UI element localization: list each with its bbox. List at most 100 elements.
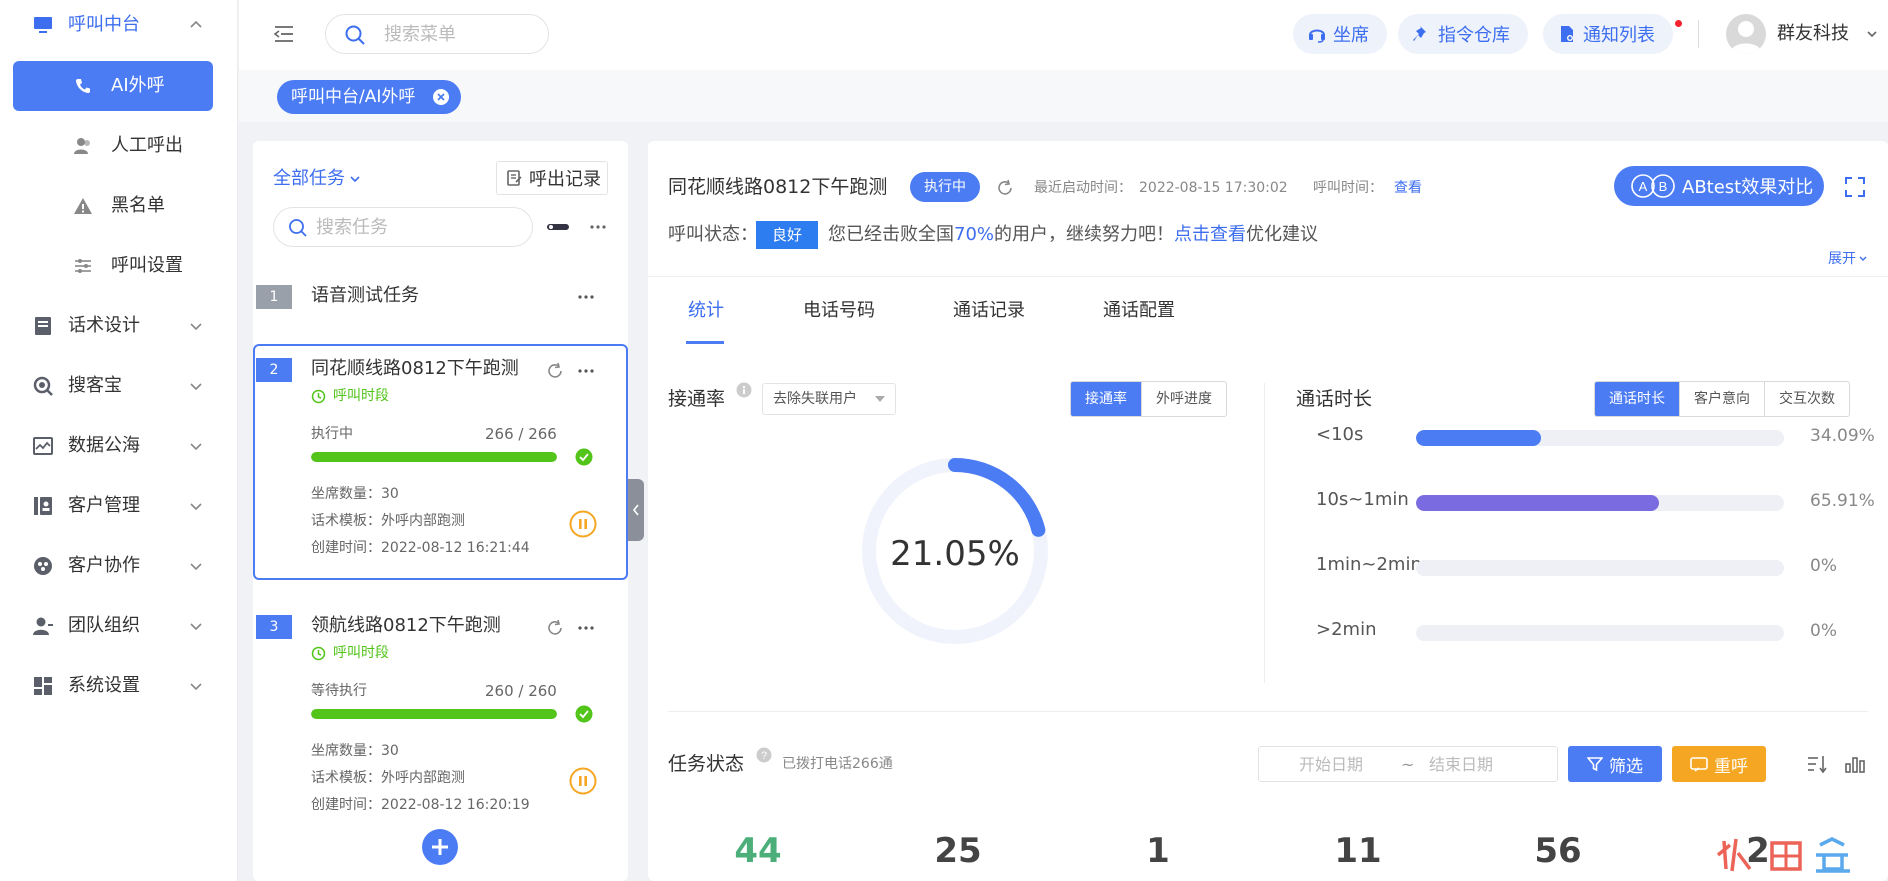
task-item[interactable]: 1 语音测试任务: [253, 271, 628, 331]
subitem-label: AI外呼: [111, 75, 165, 96]
sidebar-item-customer-search[interactable]: 搜客宝: [0, 361, 238, 411]
tab-statistics[interactable]: 统计: [688, 299, 724, 323]
sidebar-item-data-pool[interactable]: 数据公海: [0, 421, 238, 471]
seat-button[interactable]: 坐席: [1293, 14, 1387, 54]
menu-search-box[interactable]: 搜索菜单: [325, 14, 549, 54]
toggle-call-duration[interactable]: 通话时长: [1595, 382, 1680, 416]
svg-text:A: A: [1639, 179, 1648, 194]
help-icon[interactable]: ?: [756, 747, 772, 763]
sort-icon[interactable]: [1806, 754, 1828, 774]
svg-text:?: ?: [761, 750, 767, 762]
sidebar-subitem-ai-call[interactable]: AI外呼: [13, 61, 213, 111]
sidebar-item-team-org[interactable]: 团队组织: [0, 601, 238, 651]
bar-chart-icon[interactable]: [1844, 754, 1866, 774]
redial-button[interactable]: 重呼: [1672, 746, 1766, 782]
caret-down-icon[interactable]: [1865, 27, 1879, 41]
notify-list-button[interactable]: 通知列表: [1543, 14, 1682, 54]
call-period-link[interactable]: 呼叫时段: [333, 386, 389, 406]
task-status-number[interactable]: 1: [1108, 831, 1208, 871]
detail-title: 同花顺线路0812下午跑测: [668, 176, 888, 198]
sidebar-item-customer-management[interactable]: 客户管理: [0, 481, 238, 531]
start-date-placeholder[interactable]: 开始日期: [1299, 754, 1363, 776]
call-time-view-link[interactable]: 查看: [1394, 178, 1422, 198]
avatar[interactable]: [1726, 14, 1766, 54]
notify-list-label: 通知列表: [1583, 25, 1655, 46]
menu-collapse-icon[interactable]: [273, 24, 295, 44]
task-status-number[interactable]: 44: [708, 831, 808, 871]
more-icon[interactable]: [589, 219, 607, 235]
task-filter-dropdown[interactable]: 全部任务: [273, 167, 361, 191]
task-index: 3: [256, 615, 292, 639]
chevron-down-icon: [188, 378, 204, 394]
sidebar-item-system-settings[interactable]: 系统设置: [0, 661, 238, 711]
sidebar: 呼叫中台 AI外呼 人工呼出 黑名单 呼叫设置 话术设计 搜客宝 数据公海 客户…: [0, 0, 238, 881]
chevron-down-icon: [188, 498, 204, 514]
view-suggestion-link[interactable]: 点击查看: [1174, 224, 1246, 245]
notification-dot: [1675, 20, 1682, 27]
divider: [1264, 383, 1265, 683]
panel-collapse-handle[interactable]: [628, 479, 644, 541]
duration-label: <10s: [1316, 424, 1364, 445]
task-status-number[interactable]: 56: [1508, 831, 1608, 871]
toggle-call-progress[interactable]: 外呼进度: [1142, 382, 1226, 416]
sidebar-item-call-center[interactable]: 呼叫中台: [0, 0, 238, 50]
call-period-link[interactable]: 呼叫时段: [333, 643, 389, 663]
sidebar-subitem-blacklist[interactable]: 黑名单: [13, 181, 213, 231]
refresh-icon[interactable]: [546, 362, 564, 380]
sidebar-item-script-design[interactable]: 话术设计: [0, 301, 238, 351]
link-icon[interactable]: [545, 221, 571, 233]
end-date-placeholder[interactable]: 结束日期: [1429, 754, 1493, 776]
duration-bar-fill: [1416, 495, 1659, 511]
connect-filter-select[interactable]: 去除失联用户: [762, 383, 896, 415]
toggle-interaction-count[interactable]: 交互次数: [1765, 382, 1849, 416]
pause-icon[interactable]: [569, 510, 597, 538]
toggle-connect-rate[interactable]: 接通率: [1071, 382, 1142, 416]
tab-phone-numbers[interactable]: 电话号码: [803, 299, 875, 323]
tab-call-config[interactable]: 通话配置: [1103, 299, 1175, 323]
fullscreen-icon[interactable]: [1844, 176, 1866, 198]
sidebar-item-customer-collab[interactable]: 客户协作: [0, 541, 238, 591]
task-search-box[interactable]: 搜索任务: [273, 207, 533, 247]
toggle-customer-intent[interactable]: 客户意向: [1680, 382, 1765, 416]
created-time: 创建时间：2022-08-12 16:21:44: [311, 540, 530, 556]
monitor-icon: [32, 14, 54, 36]
task-item[interactable]: 3 领航线路0812下午跑测 呼叫时段 等待执行 260 / 260 坐席数量：…: [253, 601, 628, 837]
open-tab-tag[interactable]: 呼叫中台/AI外呼: [277, 80, 462, 114]
more-icon[interactable]: [577, 620, 595, 636]
record-doc-icon: [507, 170, 522, 186]
task-status-text: 执行中: [311, 426, 353, 442]
seat-count: 坐席数量：30: [311, 743, 399, 759]
call-record-button[interactable]: 呼出记录: [496, 161, 608, 195]
task-status-number[interactable]: 11: [1308, 831, 1408, 871]
script-template: 话术模板：外呼内部跑测: [311, 770, 465, 786]
close-icon[interactable]: [433, 89, 450, 105]
connect-rate-title: 接通率: [668, 388, 726, 410]
chevron-down-icon: [188, 318, 204, 334]
refresh-icon[interactable]: [996, 179, 1014, 197]
refresh-icon[interactable]: [546, 619, 564, 637]
info-icon[interactable]: [736, 382, 752, 398]
expand-toggle[interactable]: 展开: [1828, 249, 1868, 269]
filter-button[interactable]: 筛选: [1568, 746, 1662, 782]
sidebar-subitem-manual-call[interactable]: 人工呼出: [13, 121, 213, 171]
date-range-picker[interactable]: 开始日期 ~ 结束日期: [1258, 746, 1558, 782]
chevron-down-icon: [1859, 256, 1867, 261]
donut-arc: [948, 458, 1046, 537]
pause-icon[interactable]: [569, 767, 597, 795]
sidebar-item-label: 系统设置: [68, 675, 140, 696]
abtest-label: ABtest效果对比: [1682, 177, 1814, 198]
tab-call-records[interactable]: 通话记录: [953, 299, 1025, 323]
add-task-button[interactable]: [422, 829, 458, 865]
task-item-selected[interactable]: 2 同花顺线路0812下午跑测 呼叫时段 执行中 266 / 266 坐席数量：…: [253, 344, 628, 580]
last-start-label: 最近启动时间：: [1034, 180, 1132, 196]
divider: [668, 711, 1868, 712]
task-status-number[interactable]: 25: [908, 831, 1008, 871]
more-icon[interactable]: [577, 289, 595, 305]
headset-icon: [1309, 29, 1325, 43]
sidebar-subitem-call-settings[interactable]: 呼叫设置: [13, 241, 213, 291]
call-status-percent: 70%: [954, 224, 995, 245]
more-icon[interactable]: [577, 363, 595, 379]
abtest-compare-button[interactable]: AB ABtest效果对比: [1614, 166, 1824, 206]
command-repo-button[interactable]: 指令仓库: [1398, 14, 1528, 54]
user-name[interactable]: 群友科技: [1777, 22, 1849, 46]
